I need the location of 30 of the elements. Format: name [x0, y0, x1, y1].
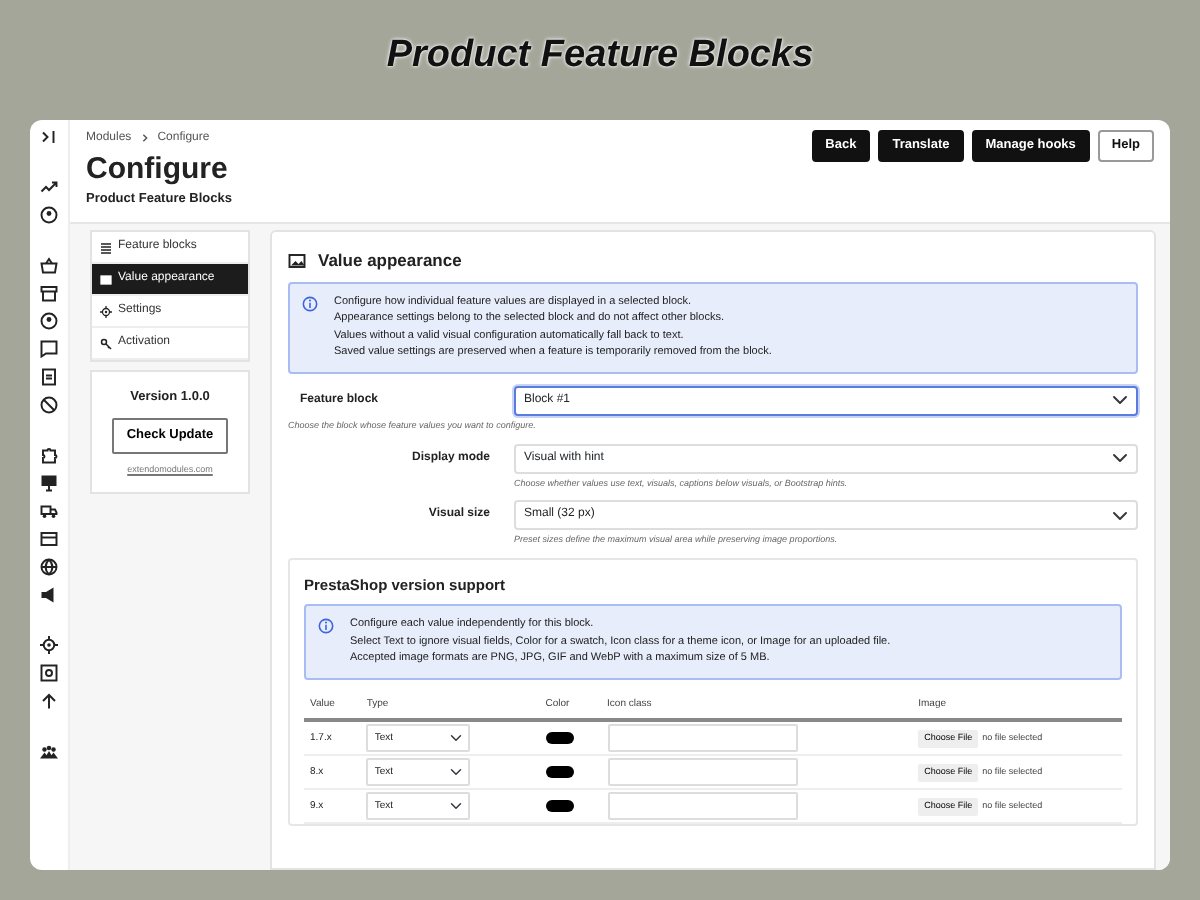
- icon-class-field[interactable]: [607, 792, 798, 821]
- page-title: Product Feature Blocks: [386, 32, 814, 80]
- truck-icon[interactable]: [40, 502, 58, 520]
- store-icon[interactable]: [40, 284, 58, 302]
- globe-icon[interactable]: [40, 558, 58, 576]
- team-icon[interactable]: [40, 742, 58, 760]
- color-swatch[interactable]: [545, 800, 574, 813]
- document-icon[interactable]: [40, 368, 58, 386]
- trend-icon[interactable]: [40, 178, 58, 196]
- chat-icon[interactable]: [40, 340, 58, 358]
- monitor-icon[interactable]: [40, 474, 58, 492]
- upload-arrow-icon[interactable]: [40, 692, 58, 710]
- breadcrumb-separator-icon: [139, 132, 150, 144]
- key-icon: [100, 337, 112, 349]
- puzzle-icon[interactable]: [40, 446, 58, 464]
- ban-icon[interactable]: [40, 396, 58, 414]
- page-heading: Configure: [86, 152, 230, 188]
- color-swatch[interactable]: [545, 766, 574, 779]
- megaphone-icon[interactable]: [40, 586, 58, 604]
- icon-class-field[interactable]: [607, 758, 798, 787]
- settings-box-icon[interactable]: [40, 664, 58, 682]
- list-icon: [100, 241, 112, 253]
- info-icon: [302, 295, 318, 312]
- icon-class-field[interactable]: [607, 724, 798, 753]
- color-swatch[interactable]: [545, 732, 574, 745]
- info-icon: [318, 618, 334, 635]
- collapse-icon[interactable]: [40, 128, 58, 146]
- panel-title: Value appearance: [318, 248, 462, 274]
- credit-card-icon[interactable]: [40, 530, 58, 548]
- basket-icon[interactable]: [40, 256, 58, 274]
